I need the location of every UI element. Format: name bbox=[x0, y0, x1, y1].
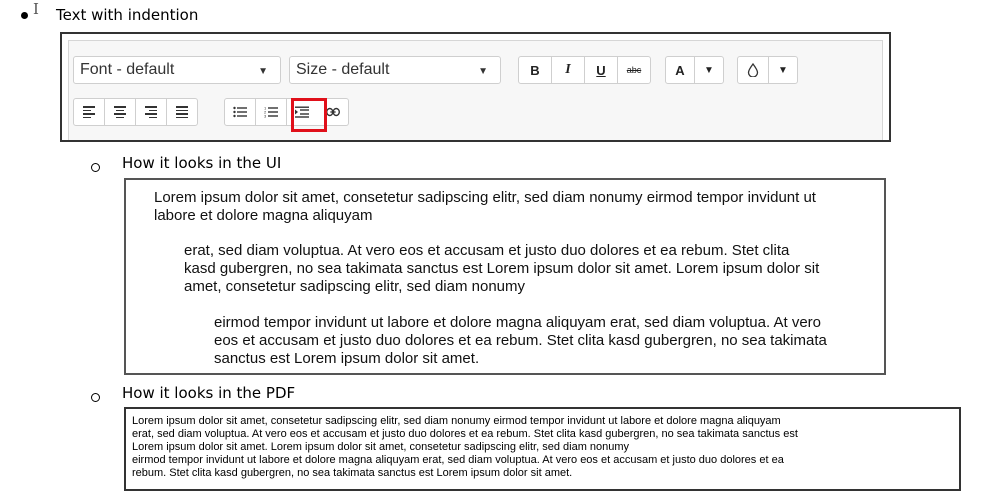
font-color-icon: A bbox=[675, 62, 685, 78]
ui-paragraph-3: eirmod tempor invidunt ut labore et dolo… bbox=[214, 314, 827, 368]
italic-button[interactable]: I bbox=[551, 56, 585, 84]
svg-text:3: 3 bbox=[264, 114, 267, 119]
font-select-value: Font - default bbox=[80, 61, 175, 78]
ui-paragraph-2: erat, sed diam voluptua. At vero eos et … bbox=[184, 242, 819, 296]
align-center-icon bbox=[114, 106, 126, 118]
ui-section-label: How it looks in the UI bbox=[122, 154, 282, 172]
strikethrough-button[interactable]: abc bbox=[617, 56, 651, 84]
indent-highlight-box bbox=[291, 98, 327, 132]
underline-button[interactable]: U bbox=[584, 56, 618, 84]
text-cursor-icon: I bbox=[33, 0, 39, 18]
toolbar-inner: Font - default ▼ Size - default ▼ B I U … bbox=[68, 40, 883, 140]
chevron-down-icon: ▼ bbox=[704, 64, 714, 76]
chevron-down-icon: ▼ bbox=[258, 66, 268, 77]
font-color-button[interactable]: A bbox=[665, 56, 695, 84]
ui-paragraph-line: Lorem ipsum dolor sit amet, consetetur s… bbox=[154, 189, 816, 206]
ui-paragraph-line: eirmod tempor invidunt ut labore et dolo… bbox=[214, 314, 822, 331]
ui-preview-box: Lorem ipsum dolor sit amet, consetetur s… bbox=[124, 178, 886, 375]
font-color-dropdown[interactable]: ▼ bbox=[694, 56, 724, 84]
chevron-down-icon: ▼ bbox=[478, 66, 488, 77]
pdf-line: eirmod tempor invidunt ut labore et dolo… bbox=[132, 454, 784, 466]
strikethrough-icon: abc bbox=[626, 65, 642, 75]
pdf-line: Lorem ipsum dolor sit amet. Lorem ipsum … bbox=[132, 441, 630, 453]
size-select[interactable]: Size - default ▼ bbox=[289, 56, 501, 84]
align-right-button[interactable] bbox=[135, 98, 167, 126]
background-color-button[interactable] bbox=[737, 56, 769, 84]
pdf-preview-box: Lorem ipsum dolor sit amet, consetetur s… bbox=[124, 407, 961, 491]
align-left-button[interactable] bbox=[73, 98, 105, 126]
align-justify-button[interactable] bbox=[166, 98, 198, 126]
numbered-list-icon: 1 2 3 bbox=[264, 106, 278, 118]
align-justify-icon bbox=[176, 106, 188, 118]
ui-paragraph-line: labore et dolore magna aliquyam bbox=[154, 207, 373, 224]
align-left-icon bbox=[83, 106, 95, 118]
pdf-line: Lorem ipsum dolor sit amet, consetetur s… bbox=[132, 415, 781, 427]
ui-paragraph-line: eos et accusam et justo duo dolores et e… bbox=[214, 332, 827, 349]
italic-icon: I bbox=[565, 62, 571, 77]
pdf-section-label: How it looks in the PDF bbox=[122, 384, 296, 402]
droplet-icon bbox=[747, 63, 759, 77]
bullet-list-button[interactable] bbox=[224, 98, 256, 126]
align-right-icon bbox=[145, 106, 157, 118]
ui-paragraph-1: Lorem ipsum dolor sit amet, consetetur s… bbox=[154, 189, 816, 225]
bullet-dot bbox=[21, 12, 28, 19]
ui-paragraph-line: amet, consetetur sadipscing elitr, sed d… bbox=[184, 278, 526, 295]
ui-paragraph-line: sanctus est Lorem ipsum dolor sit amet. bbox=[214, 350, 480, 367]
pdf-line: rebum. Stet clita kasd gubergren, no sea… bbox=[132, 467, 573, 479]
pdf-line: erat, sed diam voluptua. At vero eos et … bbox=[132, 428, 798, 440]
size-select-value: Size - default bbox=[296, 61, 390, 78]
numbered-list-button[interactable]: 1 2 3 bbox=[255, 98, 287, 126]
font-select[interactable]: Font - default ▼ bbox=[73, 56, 281, 84]
chevron-down-icon: ▼ bbox=[778, 64, 788, 76]
underline-icon: U bbox=[596, 62, 606, 78]
ui-paragraph-line: erat, sed diam voluptua. At vero eos et … bbox=[184, 242, 790, 259]
bold-icon: B bbox=[530, 62, 540, 78]
background-color-dropdown[interactable]: ▼ bbox=[768, 56, 798, 84]
sub-bullet-marker bbox=[91, 163, 100, 172]
ui-paragraph-line: kasd gubergren, no sea takimata sanctus … bbox=[184, 260, 820, 277]
bullet-list-icon bbox=[233, 106, 247, 118]
editor-toolbar: Font - default ▼ Size - default ▼ B I U … bbox=[60, 32, 891, 142]
bold-button[interactable]: B bbox=[518, 56, 552, 84]
sub-bullet-marker bbox=[91, 393, 100, 402]
heading-text: Text with indention bbox=[56, 6, 199, 24]
align-center-button[interactable] bbox=[104, 98, 136, 126]
link-icon bbox=[325, 107, 340, 117]
